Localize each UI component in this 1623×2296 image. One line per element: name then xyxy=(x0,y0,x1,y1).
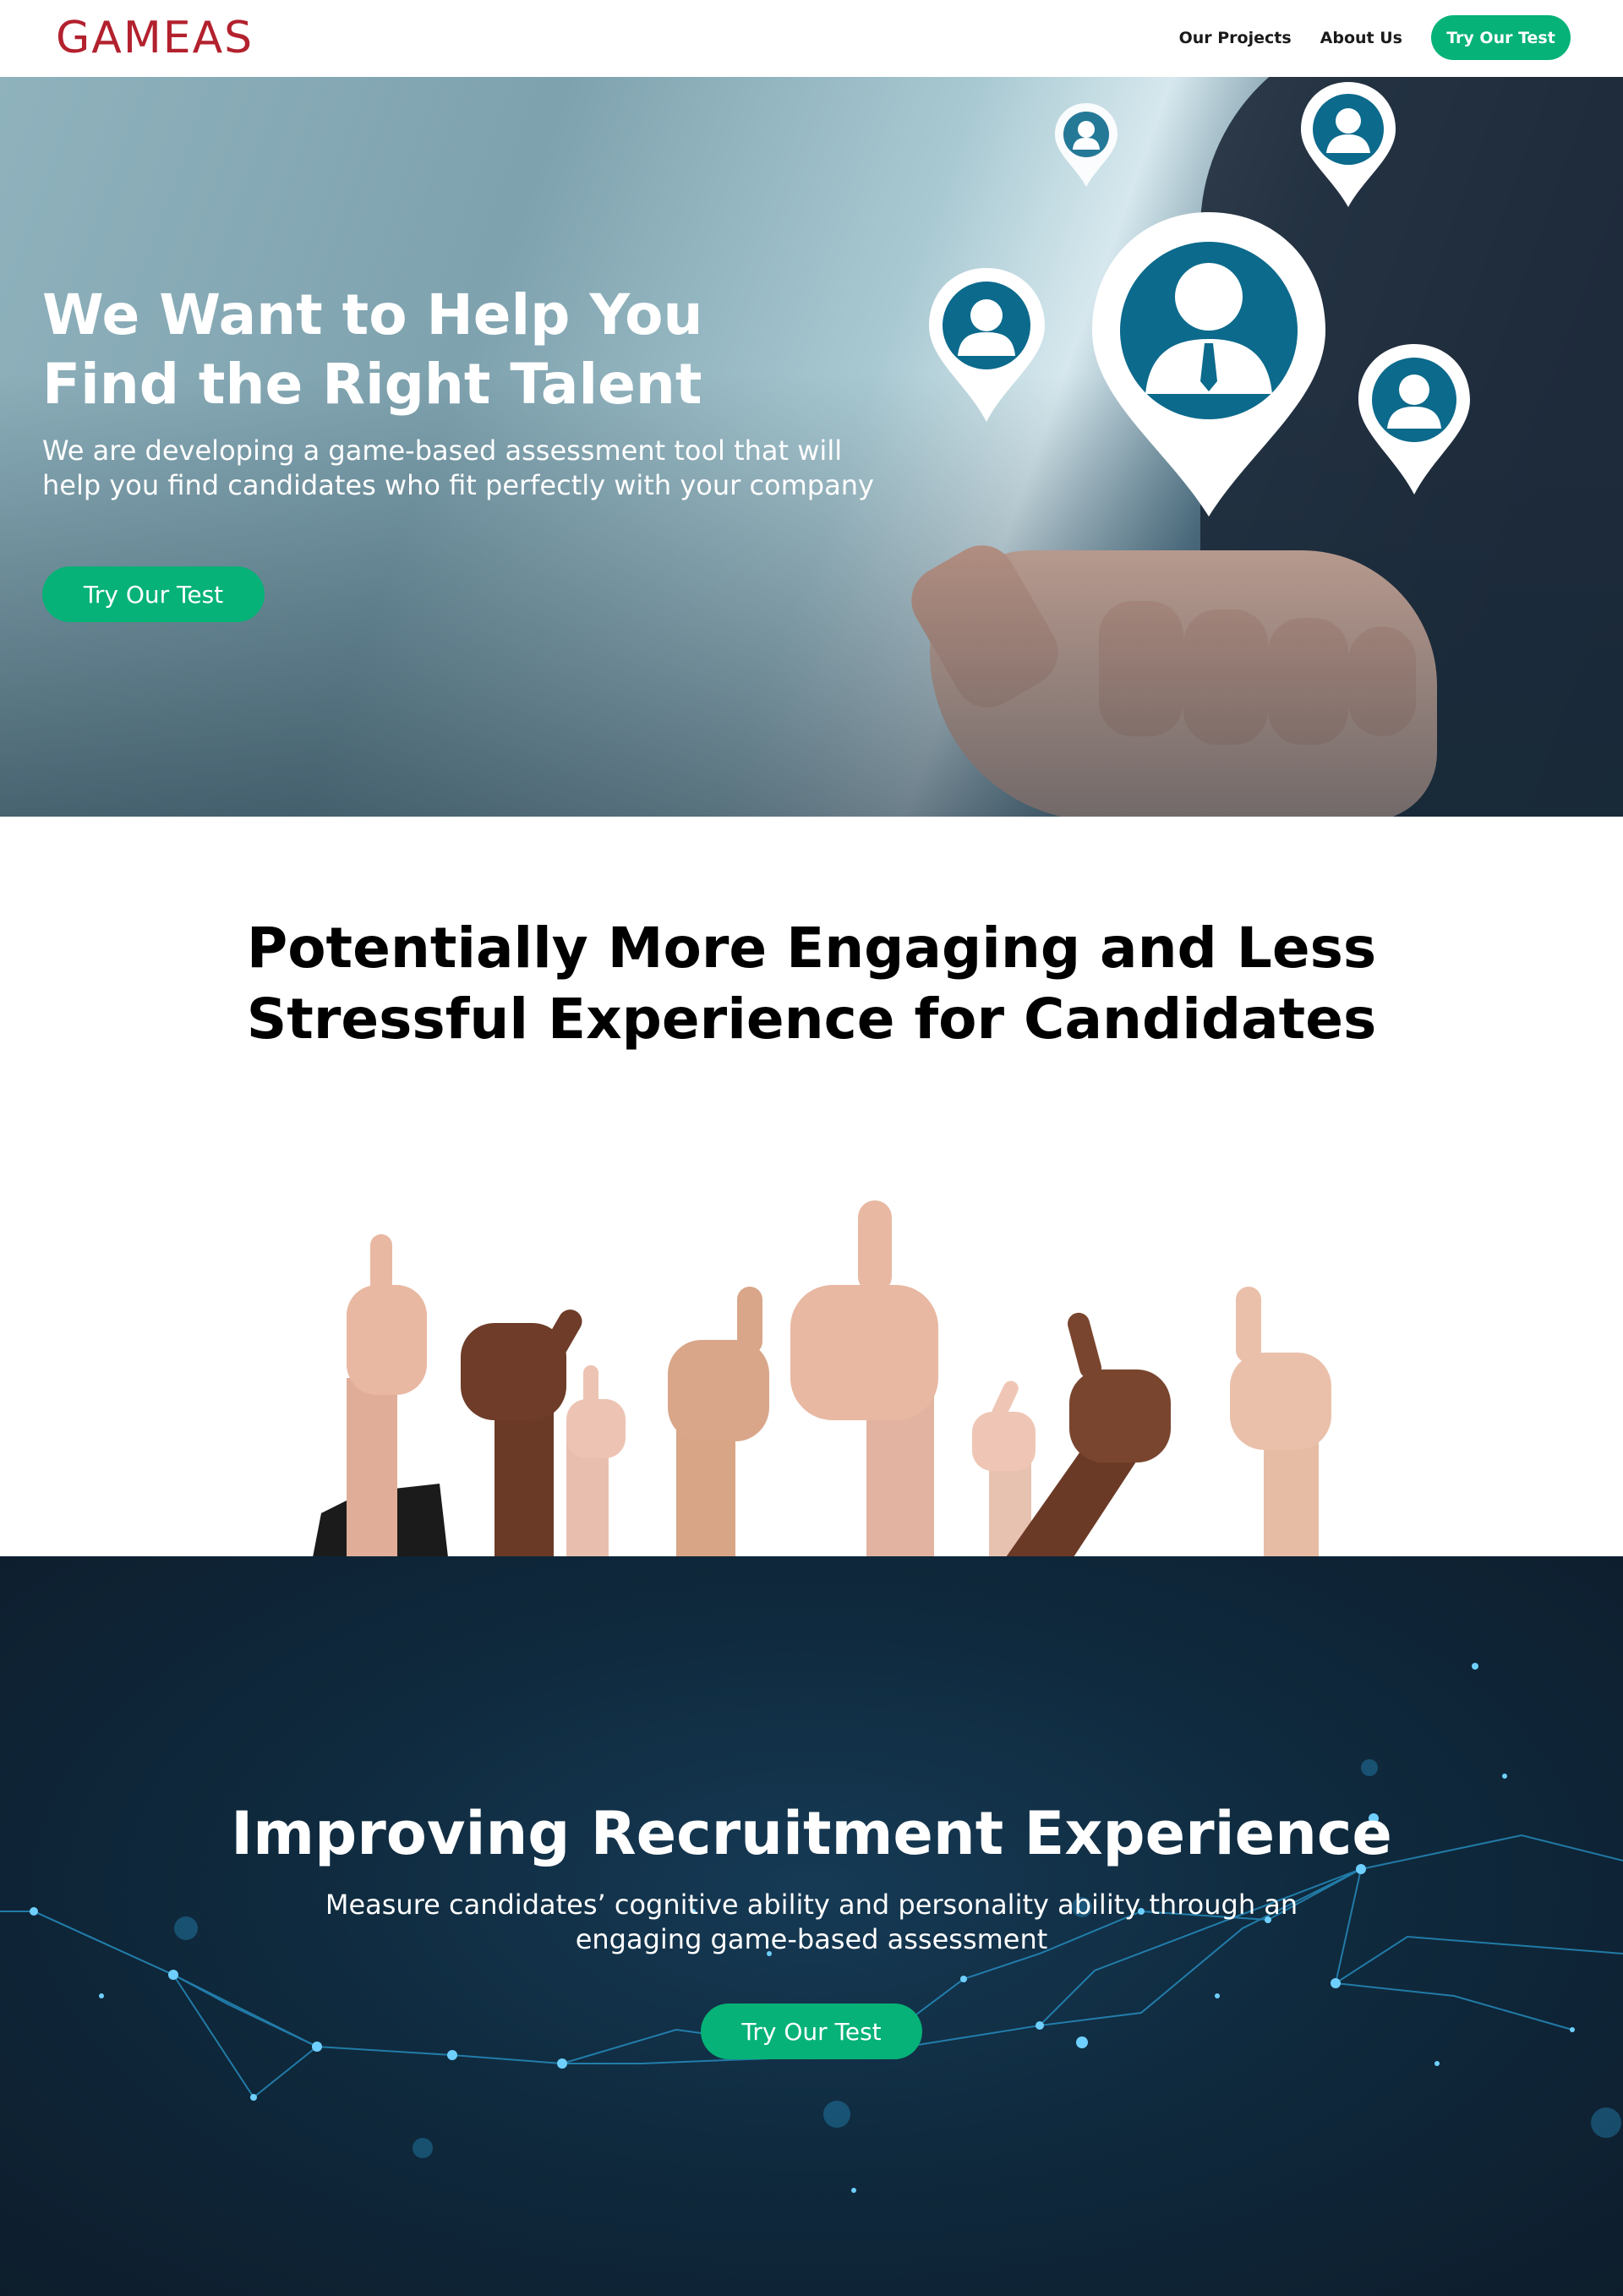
person-pin-icon xyxy=(1055,103,1118,187)
hero-title-line1: We Want to Help You xyxy=(42,282,703,347)
person-pin-icon xyxy=(1358,344,1470,495)
person-pin-icon xyxy=(929,268,1045,422)
hero-try-test-button[interactable]: Try Our Test xyxy=(42,566,265,622)
hero-title-line2: Find the Right Talent xyxy=(42,352,702,417)
person-pin-icon xyxy=(1301,82,1396,207)
header-try-test-button[interactable]: Try Our Test xyxy=(1431,15,1571,60)
main-nav: Our Projects About Us Try Our Test xyxy=(1179,15,1571,60)
recruitment-subtitle: Measure candidates’ cognitive ability an… xyxy=(325,1889,1298,1955)
logo-text: GAMEAS xyxy=(56,13,254,63)
hero-title: We Want to Help You Find the Right Talen… xyxy=(42,281,803,419)
recruitment-title: Improving Recruitment Experience xyxy=(231,1799,1392,1868)
gameas-logo[interactable]: GAMEAS xyxy=(56,14,254,63)
hero-subtitle: We are developing a game-based assessmen… xyxy=(42,435,874,501)
nav-link-our-projects[interactable]: Our Projects xyxy=(1179,29,1292,47)
engage-title: Potentially More Engaging and Less Stres… xyxy=(220,913,1403,1055)
engage-title-line1: Potentially More Engaging and Less xyxy=(246,916,1377,981)
thumbs-up-hands-image xyxy=(313,1200,1331,1557)
engage-title-line2: Stressful Experience for Candidates xyxy=(246,987,1377,1052)
hero-section: We Want to Help You Find the Right Talen… xyxy=(0,77,1623,817)
recruitment-try-test-button[interactable]: Try Our Test xyxy=(701,2004,922,2059)
site-header: GAMEAS Our Projects About Us Try Our Tes… xyxy=(0,0,1623,77)
large-person-pin-icon xyxy=(1092,212,1325,517)
nav-link-about-us[interactable]: About Us xyxy=(1320,29,1402,47)
